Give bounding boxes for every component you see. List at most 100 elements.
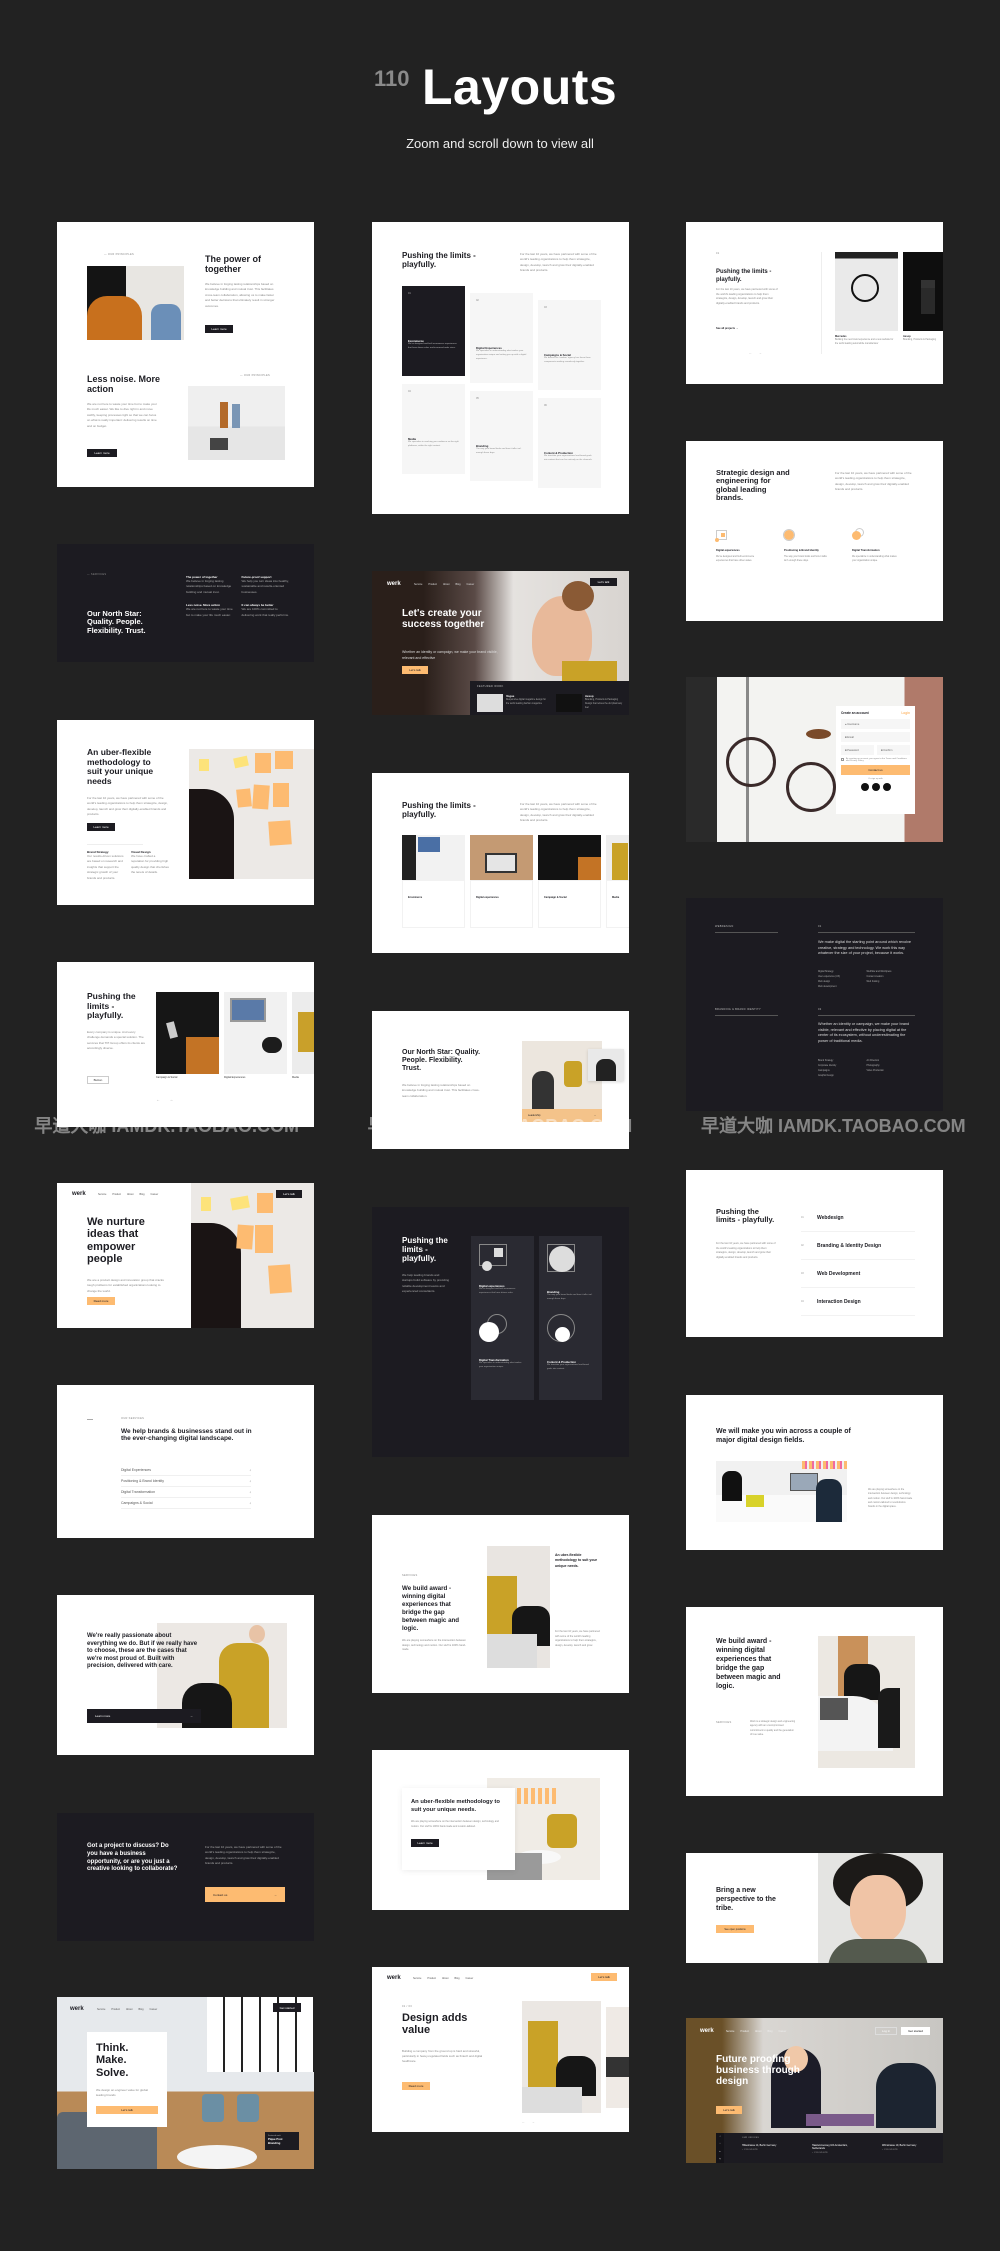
lets-talk-button[interactable]: Let's talk [96,2106,158,2114]
layout-nurture-hero[interactable]: werk Service Product About Blog Career Let's… [57,1183,314,1328]
project-item[interactable]: Aesop Branding, Products & Packaging [903,335,943,342]
service-card[interactable]: Digital experiences [470,880,533,928]
brand-logo[interactable]: werk [700,2028,714,2034]
lets-talk-button[interactable]: Let's talk [716,2106,742,2114]
log-in-button[interactable]: Log in [875,2027,897,2035]
twitter-icon[interactable]: t [720,2143,721,2145]
layout-strategic-design[interactable]: Strategic design and engineering for glo… [686,441,943,621]
social-linkedin-icon[interactable] [882,783,891,791]
layout-services-list[interactable]: Our services We help brands & businesses… [57,1385,314,1538]
nav-link[interactable]: Blog [456,583,461,586]
layout-signup-bike[interactable]: Create an account Login ● Username ■ Emai… [686,677,943,842]
linkedin-icon[interactable]: in [719,2151,721,2153]
nav-link[interactable]: Blog [768,2030,773,2033]
nav-link[interactable]: Career [151,1193,159,1196]
slider-arrows[interactable]: ← → [749,351,765,355]
see-all-projects-link[interactable]: See all projects → [716,327,738,330]
service-row[interactable]: 02 Branding & Identity Design [801,1232,915,1260]
work-item[interactable]: Aesop Branding, Products & Packaging Desi… [585,694,625,710]
project-item[interactable]: Mercedes Building the new brand experienc… [835,335,895,346]
instagram-icon[interactable]: ig [719,2158,721,2160]
nav-link[interactable]: Blog [455,1977,460,1980]
lets-talk-button[interactable]: Let's talk [590,578,617,586]
login-link[interactable]: Login [901,711,910,715]
learn-more-button[interactable]: Learn more → [87,1709,201,1723]
contact-us-button[interactable]: Contact us [841,765,910,775]
nav-link[interactable]: About [443,583,450,586]
read-more-button[interactable]: Read more [402,2082,430,2090]
layout-uber-flexible[interactable]: An uber-flexible methodology to suit you… [57,720,314,905]
get-started-button[interactable]: Get started [273,2003,301,2012]
service-card[interactable]: 05 Branding The way your brand looks and… [470,391,533,481]
service-row[interactable]: 01 Webdesign [801,1204,915,1232]
service-row[interactable]: Positioning & Brand Identity ↓ [121,1476,251,1487]
work-thumb[interactable] [556,694,582,712]
username-input[interactable]: ● Username [841,719,910,729]
service-row[interactable]: 04 Interaction Design [801,1288,915,1316]
service-card[interactable]: Ecommerce [402,880,465,928]
contact-us-button[interactable]: Contact us → [205,1887,285,1902]
nav-link[interactable]: Product [428,583,437,586]
nav-link[interactable]: Service [413,1977,421,1980]
layout-careers[interactable]: Bring a new perspective to the tribe. Se… [686,1853,943,1963]
nav-link[interactable]: Service [98,1193,106,1196]
generic-button[interactable]: Button [87,1076,109,1084]
layout-award-split[interactable]: Services We build award - winning digita… [372,1515,629,1693]
layout-pushing-limits-photos[interactable]: Pushing the limits - playfully. For the … [372,773,629,953]
layout-win-across[interactable]: We will make you win across a couple of … [686,1395,943,1550]
brand-logo[interactable]: werk [70,2006,84,2012]
service-card[interactable]: 04 Media We specialize in reaching your … [402,384,465,474]
terms-checkbox[interactable] [841,758,844,761]
featured-work-badge[interactable]: Featured work Pique Post Branding [265,2132,299,2150]
nav-link[interactable]: Product [112,1193,121,1196]
learn-more-button[interactable]: Learn more [87,449,117,457]
nav-link[interactable]: Service [726,2030,734,2033]
layout-pushing-limits-grid[interactable]: Pushing the limits - playfully. For the … [372,222,629,514]
nav-link[interactable]: Career [467,583,475,586]
carousel-arrows[interactable]: ← → [156,1097,177,1102]
nav-link[interactable]: Career [150,2008,158,2011]
facebook-icon[interactable]: f [720,2136,721,2138]
learn-more-button[interactable]: Learn more [411,1839,439,1847]
leadership-caption[interactable]: Leadership → [522,1109,602,1122]
layout-north-star-light[interactable]: Our North Star: Quality. People. Flexibi… [372,1011,629,1149]
lets-talk-button[interactable]: Let's talk [402,666,428,674]
nav-link[interactable]: About [755,2030,762,2033]
service-card[interactable]: 02 Digital Experiences We specialize in … [470,293,533,383]
brand-logo[interactable]: werk [72,1191,86,1197]
service-card[interactable]: 01 Ecommerce We've designed and built ec… [402,286,465,376]
nav-link[interactable]: Product [111,2008,120,2011]
service-row[interactable]: Digital Transformation ↓ [121,1487,251,1498]
see-open-positions-button[interactable]: See open positions [716,1925,754,1933]
nav-link[interactable]: About [127,1193,134,1196]
social-google-icon[interactable] [860,783,869,791]
nav-link[interactable]: Blog [140,1193,145,1196]
nav-link[interactable]: Product [427,1977,436,1980]
layout-contact-cta-dark[interactable]: Got a project to discuss? Do you have a … [57,1813,314,1941]
lets-talk-button[interactable]: Let's talk [591,1973,617,1981]
layout-think-make-solve[interactable]: werk Service Product About Blog Career Get s… [57,1997,314,2169]
learn-more-button[interactable]: Learn more [87,823,115,831]
lets-talk-button[interactable]: Let's talk [276,1190,302,1198]
layout-passionate-cases[interactable]: We're really passionate about everything… [57,1595,314,1755]
service-card[interactable]: 03 Campaigns & Social We believe the 'mo… [538,300,601,390]
learn-more-button[interactable]: Learn more [205,325,233,333]
layout-pushing-limits-list[interactable]: Pushing the limits - playfully. For the … [686,1170,943,1337]
slider-arrows[interactable]: ← → [522,2120,538,2124]
password-input[interactable]: ■ Password [841,745,874,755]
layout-future-proofing-hero[interactable]: werk Service Product About Blog Career Log i… [686,2018,943,2163]
nav-link[interactable]: Career [466,1977,474,1980]
service-card[interactable]: 06 Content & Production We translate you… [538,398,601,488]
layout-design-adds-value[interactable]: werk Service Product About Blog Career Let's… [372,1967,629,2132]
nav-link[interactable]: About [442,1977,449,1980]
layout-pushing-limits-dark[interactable]: Pushing the limits - playfully. We help … [372,1207,629,1457]
icon-card[interactable]: Content & Production We translate your o… [539,1306,602,1400]
nav-link[interactable]: Product [740,2030,749,2033]
service-row[interactable]: 03 Web Development [801,1260,915,1288]
work-thumb[interactable] [477,694,503,712]
nav-link[interactable]: Blog [139,2008,144,2011]
layout-projects-slider[interactable]: 01 Pushing the limits - playfully. For t… [686,222,943,384]
service-card[interactable]: Media [606,880,629,928]
layout-principles[interactable]: — Our principles The power of together W… [57,222,314,487]
get-started-button[interactable]: Get started [901,2027,930,2035]
